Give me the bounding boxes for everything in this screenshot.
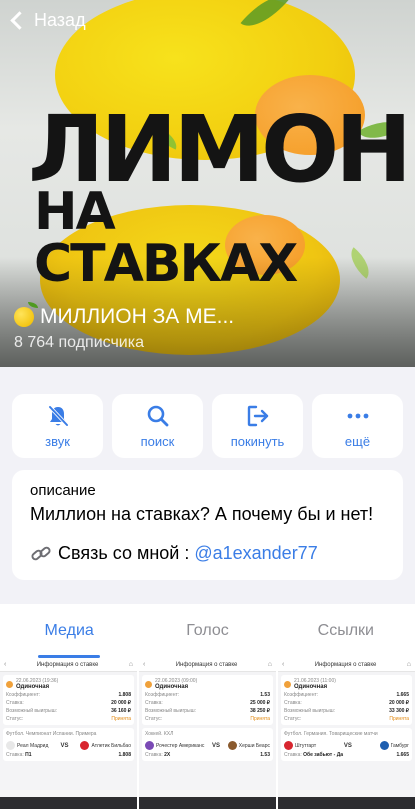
bet-row: Возможный выигрыш: 38 250 ₽ bbox=[145, 708, 270, 714]
media-thumbnail[interactable]: ‹ Информация о ставке ⌂ 22.06.2023 (09:0… bbox=[139, 658, 276, 809]
team-logo-icon bbox=[6, 741, 15, 750]
bet-type-icon bbox=[145, 680, 152, 688]
lemon-icon bbox=[14, 302, 38, 327]
bet-type: Одиночная bbox=[155, 684, 189, 690]
tab-links[interactable]: Ссылки bbox=[277, 604, 415, 658]
search-button[interactable]: поиск bbox=[112, 394, 203, 458]
leave-label: покинуть bbox=[230, 434, 285, 449]
action-bar: звук поиск покинуть ещё bbox=[12, 394, 403, 458]
chevron-left-icon bbox=[10, 11, 29, 30]
bet-summary-card: 22.06.2023 (09:00) Одиночная Коэффициент… bbox=[142, 675, 273, 725]
bell-icon: ⌂ bbox=[128, 661, 133, 668]
bet-row: Ставка: 25 000 ₽ bbox=[145, 700, 270, 706]
bet-row: Возможный выигрыш: 36 160 ₽ bbox=[6, 708, 131, 714]
thumb-header: ‹ Информация о ставке ⌂ bbox=[139, 658, 276, 672]
match-league: Футбол. Чемпионат Испании. Примера bbox=[6, 731, 97, 737]
back-button[interactable]: Назад bbox=[8, 10, 86, 31]
thumb-header: ‹ Информация о ставке ⌂ bbox=[278, 658, 415, 672]
bet-row: Коэффициент: 1.665 bbox=[284, 692, 409, 698]
media-thumbnail[interactable]: ‹ Информация о ставке ⌂ 21.06.2023 (11:0… bbox=[278, 658, 415, 809]
description-text: Миллион на ставках? А почему бы и нет! bbox=[30, 504, 374, 524]
bet-row: Статус: Принята bbox=[145, 716, 270, 722]
bet-row: Ставка: П1 1.808 bbox=[6, 752, 131, 758]
team-logo-icon bbox=[80, 741, 90, 750]
thumb-header-title: Информация о ставке bbox=[175, 661, 238, 668]
leave-icon bbox=[247, 405, 268, 427]
team-logo-icon bbox=[379, 741, 389, 750]
bell-icon: ⌂ bbox=[406, 661, 411, 668]
bet-row: Возможный выигрыш: 33 300 ₽ bbox=[284, 708, 409, 714]
bet-row: Ставка: 2Х 1.53 bbox=[145, 752, 270, 758]
more-button[interactable]: ещё bbox=[312, 394, 403, 458]
thumb-header-title: Информация о ставке bbox=[36, 661, 99, 668]
leave-button[interactable]: покинуть bbox=[212, 394, 303, 458]
bet-type-icon bbox=[284, 680, 291, 688]
tab-media[interactable]: Медиа bbox=[0, 604, 138, 658]
description-caption: описание bbox=[30, 482, 96, 499]
mute-button[interactable]: звук bbox=[12, 394, 103, 458]
contact-line: Связь со мной : @a1exander77 bbox=[30, 543, 385, 564]
thumb-header: ‹ Информация о ставке ⌂ bbox=[0, 658, 137, 672]
channel-name-text: МИЛЛИОН ЗА МЕ... bbox=[40, 305, 235, 328]
thumb-footer bbox=[139, 797, 276, 809]
bet-type-icon bbox=[6, 680, 13, 688]
bet-row: Ставка: 20 000 ₽ bbox=[6, 700, 131, 706]
bet-row: Статус: Принята bbox=[284, 716, 409, 722]
bet-type: Одиночная bbox=[294, 684, 328, 690]
contact-username-link[interactable]: @a1exander77 bbox=[194, 543, 317, 564]
search-icon bbox=[147, 405, 168, 427]
more-label: ещё bbox=[344, 434, 371, 449]
bet-summary-card: 22.06.2023 (19:36) Одиночная Коэффициент… bbox=[3, 675, 134, 725]
bet-row: Статус: Принята bbox=[6, 716, 131, 722]
channel-cover: ЛИМОН НА СТАВКАХ Назад МИЛЛИОН ЗА МЕ... … bbox=[0, 0, 415, 367]
media-grid: ‹ Информация о ставке ⌂ 22.06.2023 (19:3… bbox=[0, 658, 415, 809]
team-logo-icon bbox=[145, 741, 154, 750]
mute-label: звук bbox=[45, 434, 70, 449]
thumb-footer bbox=[278, 797, 415, 809]
media-tabs: Медиа Голос Ссылки bbox=[0, 604, 415, 658]
chevron-left-icon: ‹ bbox=[143, 661, 146, 668]
tab-voice[interactable]: Голос bbox=[138, 604, 276, 658]
search-label: поиск bbox=[140, 434, 175, 449]
subscriber-count: 8 764 подписчика bbox=[14, 334, 144, 351]
match-card: Хоккей. КХЛ Рочестер Американс VS Херши … bbox=[142, 728, 273, 761]
bet-summary-card: 21.06.2023 (11:00) Одиночная Коэффициент… bbox=[281, 675, 412, 725]
bet-type: Одиночная bbox=[16, 684, 50, 690]
bell-slash-icon bbox=[47, 405, 69, 427]
bell-icon: ⌂ bbox=[267, 661, 272, 668]
match-league: Хоккей. КХЛ bbox=[145, 731, 174, 737]
link-chain-icon bbox=[31, 546, 51, 560]
bet-row: Ставка: 20 000 ₽ bbox=[284, 700, 409, 706]
bet-row: Ставка: Обе забьют - Да 1.665 bbox=[284, 752, 409, 758]
thumb-header-title: Информация о ставке bbox=[314, 661, 377, 668]
description-card: описание Миллион на ставках? А почему бы… bbox=[12, 470, 403, 580]
match-card: Футбол. Чемпионат Испании. Примера Реал … bbox=[3, 728, 134, 761]
media-thumbnail[interactable]: ‹ Информация о ставке ⌂ 22.06.2023 (19:3… bbox=[0, 658, 137, 809]
chevron-left-icon: ‹ bbox=[282, 661, 285, 668]
bet-row: Коэффициент: 1.808 bbox=[6, 692, 131, 698]
back-label: Назад bbox=[34, 10, 86, 30]
more-icon bbox=[347, 413, 368, 419]
channel-title: МИЛЛИОН ЗА МЕ... bbox=[14, 302, 235, 329]
thumb-footer bbox=[0, 797, 137, 809]
match-league: Футбол. Германия. Товарищеские матчи bbox=[284, 731, 378, 737]
chevron-left-icon: ‹ bbox=[4, 661, 7, 668]
team-logo-icon bbox=[227, 741, 237, 750]
contact-prefix: Связь со мной : bbox=[58, 543, 190, 563]
match-card: Футбол. Германия. Товарищеские матчи Шту… bbox=[281, 728, 412, 761]
bet-row: Коэффициент: 1.53 bbox=[145, 692, 270, 698]
team-logo-icon bbox=[284, 741, 293, 750]
